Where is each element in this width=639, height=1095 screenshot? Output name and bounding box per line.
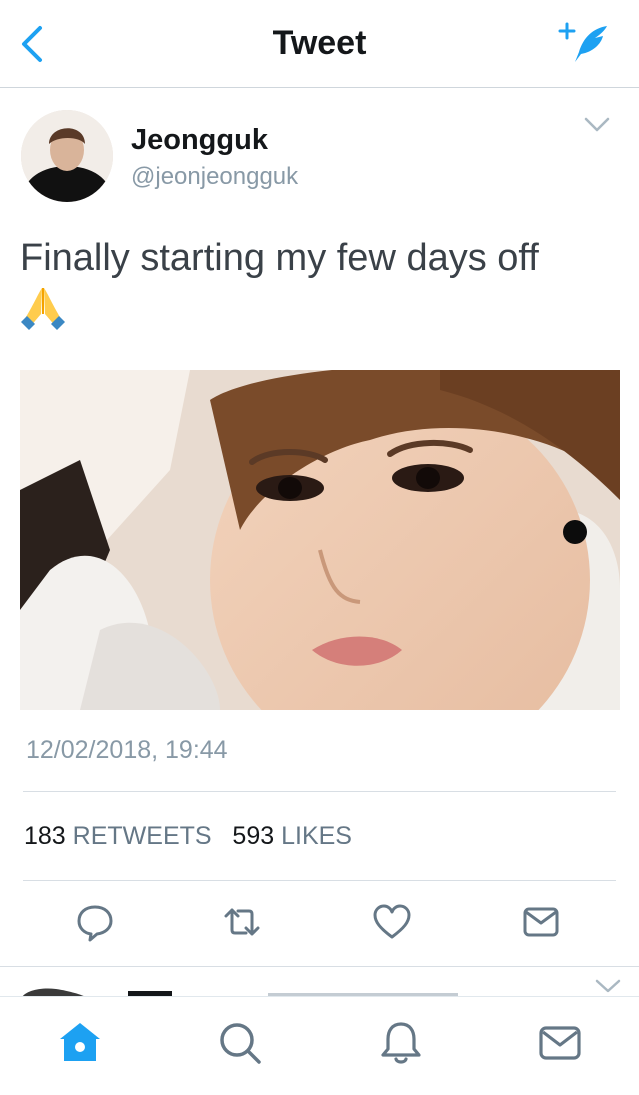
messages-icon[interactable] — [536, 1019, 584, 1067]
chevron-down-icon[interactable] — [583, 116, 611, 134]
next-tweet-preview[interactable] — [0, 967, 639, 997]
search-icon[interactable] — [216, 1019, 264, 1067]
tweet-text: Finally starting my few days off — [20, 237, 539, 279]
like-icon[interactable] — [372, 902, 412, 942]
author-handle[interactable]: @jeonjeongguk — [131, 163, 298, 191]
reply-icon[interactable] — [75, 902, 115, 942]
home-icon[interactable] — [56, 1019, 104, 1067]
avatar[interactable] — [21, 110, 113, 202]
tweet-stats: 183 RETWEETS 593 LIKES — [24, 822, 352, 851]
author-display-name[interactable]: Jeongguk — [131, 124, 268, 157]
retweets-count[interactable]: 183 — [24, 822, 66, 850]
tweet-timestamp: 12/02/2018, 19:44 — [26, 736, 228, 764]
retweets-label[interactable]: RETWEETS — [73, 822, 212, 850]
folded-hands-emoji — [21, 288, 65, 330]
retweet-icon[interactable] — [222, 902, 262, 942]
direct-message-icon[interactable] — [521, 902, 561, 942]
chevron-down-icon[interactable] — [595, 979, 621, 993]
likes-count[interactable]: 593 — [232, 822, 274, 850]
likes-label[interactable]: LIKES — [281, 822, 352, 850]
tweet-photo[interactable] — [20, 370, 620, 710]
notifications-icon[interactable] — [377, 1019, 425, 1067]
page-title: Tweet — [272, 24, 367, 62]
bottom-tab-bar — [0, 996, 639, 1095]
divider — [23, 880, 616, 881]
compose-tweet-icon[interactable] — [557, 20, 613, 66]
divider — [23, 791, 616, 792]
top-nav-bar: Tweet — [0, 0, 639, 88]
